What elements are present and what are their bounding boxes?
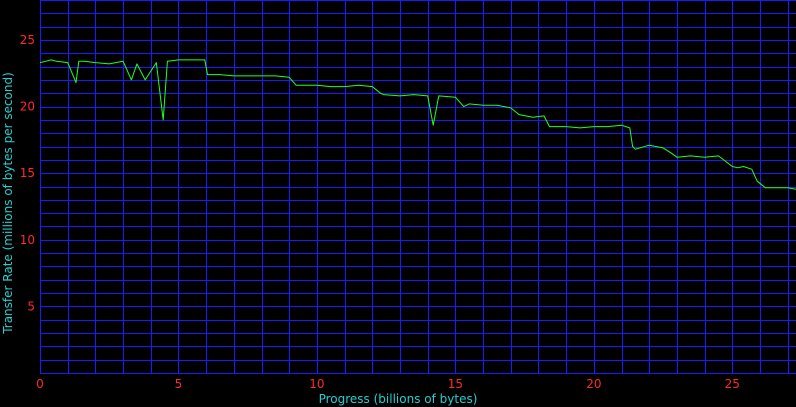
y-tick-label: 5 (27, 299, 35, 313)
y-tick-label: 20 (20, 100, 35, 114)
y-tick-label: 25 (20, 33, 35, 47)
x-tick-label: 5 (175, 377, 183, 391)
x-tick-label: 0 (36, 377, 44, 391)
transfer-rate-chart: 0 5 10 15 20 25 5 10 15 20 25 Progress (billions … (0, 0, 796, 407)
y-axis-label: Transfer Rate (millions of bytes per sec… (1, 72, 15, 335)
x-tick-label: 10 (309, 377, 324, 391)
chart-background (0, 0, 796, 407)
y-tick-label: 10 (20, 233, 35, 247)
x-axis-label: Progress (billions of bytes) (319, 392, 478, 406)
x-tick-label: 20 (586, 377, 601, 391)
y-tick-label: 15 (20, 166, 35, 180)
x-tick-label: 25 (725, 377, 740, 391)
x-tick-label: 15 (448, 377, 463, 391)
